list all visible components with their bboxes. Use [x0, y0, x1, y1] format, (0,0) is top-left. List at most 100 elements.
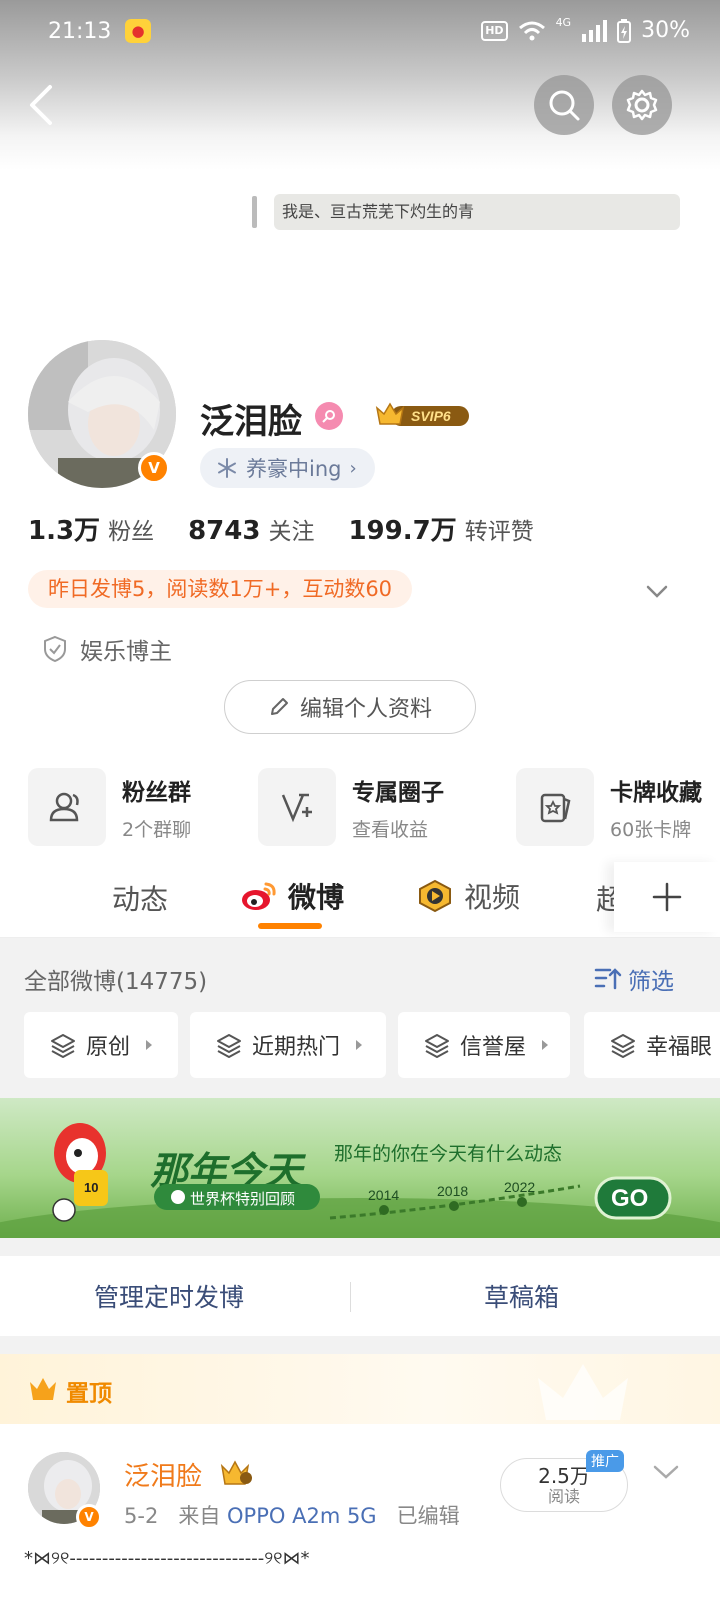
- snowflake-icon: [218, 458, 236, 478]
- verified-badge: V: [138, 452, 170, 484]
- yesterday-summary[interactable]: 昨日发博5，阅读数1万+，互动数60: [28, 570, 413, 608]
- layers-icon: [425, 1034, 449, 1058]
- verified-badge: V: [76, 1504, 102, 1530]
- add-tab-button[interactable]: [614, 862, 720, 932]
- banner-subtitle: 那年的你在今天有什么动态: [334, 1143, 562, 1165]
- shield-icon: [44, 635, 66, 663]
- bubble-divider: [252, 196, 257, 228]
- circle-icon: [258, 768, 336, 846]
- banner-tag: 世界杯特别回顾: [190, 1190, 295, 1208]
- layers-icon: [217, 1034, 241, 1058]
- mascot-number: 10: [84, 1180, 98, 1195]
- chevron-right-icon: ›: [349, 457, 357, 479]
- filter-label: 筛选: [628, 969, 674, 995]
- chip-credit[interactable]: 信誉屋: [398, 1012, 570, 1078]
- stat-label: 粉丝: [108, 519, 155, 545]
- banner-year: 2022: [504, 1179, 535, 1195]
- stat-number: 8743: [188, 516, 261, 546]
- back-arrow-icon: [30, 85, 52, 125]
- memories-banner[interactable]: 10 那年今天 那年的你在今天有什么动态 世界杯特别回顾 2014 2018 2…: [0, 1098, 720, 1238]
- tab-activity[interactable]: 动态: [112, 878, 168, 918]
- search-icon: [549, 90, 580, 121]
- search-button[interactable]: [534, 75, 594, 135]
- stat-label: 转评赞: [464, 519, 534, 545]
- chip-label: 原创: [86, 1035, 131, 1060]
- divider: [350, 1282, 351, 1312]
- tab-label: 动态: [112, 883, 169, 916]
- profile-stats: 1.3万 粉丝 8743 关注 199.7万 转评赞: [28, 510, 534, 547]
- tab-label: 微博: [288, 881, 345, 914]
- tab-weibo[interactable]: 微博: [240, 876, 344, 916]
- signal-icon: [582, 19, 608, 42]
- banner-year: 2014: [368, 1187, 399, 1203]
- gear-icon: [626, 89, 658, 121]
- func-sub: 60张卡牌: [610, 818, 692, 841]
- stat-number: 199.7万: [348, 516, 457, 546]
- post-edited[interactable]: 已编辑: [397, 1504, 460, 1528]
- section-gap: [0, 1238, 720, 1256]
- video-icon: [419, 879, 451, 913]
- profile-name: 泛泪脸: [200, 402, 302, 442]
- edit-profile-button[interactable]: 编辑个人资料: [224, 680, 476, 734]
- status-time: 21:13: [48, 19, 112, 44]
- banner-art: 10 那年今天 那年的你在今天有什么动态 世界杯特别回顾 2014 2018 2…: [0, 1123, 720, 1238]
- status-icons: HD 4G 30%: [481, 17, 690, 43]
- stat-label: 关注: [268, 519, 315, 545]
- chip-label: 幸福眼: [646, 1035, 713, 1060]
- stat-likes[interactable]: 199.7万 转评赞: [348, 510, 533, 547]
- func-circle[interactable]: 专属圈子 查看收益: [258, 768, 444, 846]
- banner-year: 2018: [437, 1183, 468, 1199]
- wifi-icon: [518, 21, 545, 40]
- banner-go: GO: [611, 1185, 648, 1212]
- stat-number: 1.3万: [28, 516, 101, 546]
- stat-fans[interactable]: 1.3万 粉丝: [28, 510, 154, 547]
- weibo-count: 全部微博(14775): [24, 969, 208, 995]
- promo-badge[interactable]: 推广: [586, 1450, 624, 1472]
- chevron-down-icon[interactable]: [644, 578, 670, 604]
- post-text: *⋈୨୧‐‐‐‐‐‐‐‐‐‐‐‐‐‐‐‐‐‐‐‐‐‐‐‐‐‐‐‐‐‐୨୧⋈*: [24, 1548, 310, 1569]
- func-fans-group[interactable]: 粉丝群 2个群聊: [28, 768, 191, 846]
- settings-button[interactable]: [612, 75, 672, 135]
- chevron-down-icon[interactable]: [652, 1462, 680, 1482]
- pencil-icon: [270, 698, 288, 715]
- post-date: 5-2: [124, 1504, 159, 1528]
- card-icon: [516, 768, 594, 846]
- layers-icon: [611, 1034, 635, 1058]
- tab-indicator: [258, 923, 322, 929]
- profile-bubble[interactable]: 我是、亘古荒芜下灼生的青: [274, 194, 680, 230]
- chip-original[interactable]: 原创: [24, 1012, 178, 1078]
- weibo-icon: ●: [125, 19, 151, 43]
- chip-happiness[interactable]: 幸福眼: [584, 1012, 720, 1078]
- section-gap: [0, 1336, 720, 1354]
- svip-text: SVIP6: [411, 408, 451, 424]
- back-button[interactable]: [22, 82, 62, 128]
- drafts-button[interactable]: 草稿箱: [484, 1278, 559, 1314]
- filter-button[interactable]: 筛选: [594, 962, 674, 996]
- post-from: 来自: [178, 1504, 221, 1528]
- tab-video[interactable]: 视频: [416, 876, 520, 916]
- chip-label: 近期热门: [252, 1035, 341, 1060]
- status-tag[interactable]: 养豪中ing ›: [200, 448, 375, 488]
- stat-following[interactable]: 8743 关注: [188, 512, 314, 546]
- func-cards[interactable]: 卡牌收藏 60张卡牌: [516, 768, 702, 846]
- hd-icon: HD: [481, 20, 508, 41]
- post-author[interactable]: 泛泪脸: [124, 1456, 202, 1493]
- weibo-icon: [242, 882, 276, 910]
- chip-recent-hot[interactable]: 近期热门: [190, 1012, 386, 1078]
- func-title: 专属圈子: [352, 779, 444, 806]
- female-icon: [315, 402, 343, 430]
- plus-icon: [652, 882, 682, 912]
- filter-icon: [594, 968, 622, 990]
- post-device[interactable]: OPPO A2m 5G: [227, 1504, 377, 1528]
- func-sub: 查看收益: [352, 818, 429, 841]
- fans-group-icon: [28, 768, 106, 846]
- scheduled-posts-button[interactable]: 管理定时发博: [94, 1278, 244, 1314]
- svip-badge[interactable]: SVIP6: [375, 400, 471, 430]
- crown-icon: [30, 1378, 56, 1400]
- vip-crown-icon: [220, 1460, 252, 1485]
- crown-watermark-icon: [538, 1364, 628, 1420]
- category[interactable]: 娱乐博主: [42, 632, 172, 666]
- func-sub: 2个群聊: [122, 818, 192, 841]
- battery-icon: [617, 18, 632, 43]
- chip-label: 信誉屋: [460, 1035, 527, 1060]
